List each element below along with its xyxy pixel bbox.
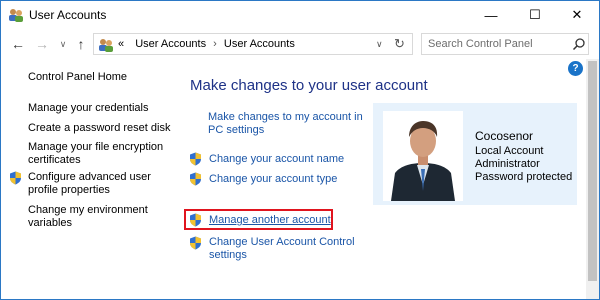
sidebar-item-label: certificates — [28, 154, 81, 166]
link-label: Change User Account Control — [209, 236, 355, 248]
window-title: User Accounts — [29, 8, 107, 22]
users-icon — [9, 9, 23, 22]
change-account-type-link[interactable]: Change your account type — [209, 173, 337, 186]
recent-locations-chevron-icon[interactable]: ∨ — [55, 35, 71, 53]
up-arrow-icon[interactable]: ↑ — [73, 35, 89, 53]
page-title: Make changes to your user account — [190, 77, 428, 94]
minimize-button[interactable]: — — [469, 1, 513, 29]
navigation-bar: ← → ∨ ↑ « User Accounts › User Accounts … — [1, 29, 599, 59]
sidebar-item-label: profile properties — [28, 184, 110, 196]
back-arrow-icon[interactable]: ← — [10, 35, 26, 53]
title-bar: User Accounts — ☐ ✕ — [1, 1, 599, 29]
user-accounts-window: User Accounts — ☐ ✕ ← → ∨ ↑ « User Accou… — [0, 0, 600, 300]
link-label: settings — [209, 249, 247, 261]
search-icon[interactable] — [572, 37, 586, 51]
control-panel-home-link[interactable]: Control Panel Home — [28, 71, 127, 84]
change-account-name-link[interactable]: Change your account name — [209, 153, 344, 166]
breadcrumb-item[interactable]: User Accounts — [135, 38, 206, 50]
avatar — [383, 111, 463, 201]
breadcrumb-separator-icon[interactable]: › — [209, 38, 221, 50]
manage-another-account-link[interactable]: Manage another account — [209, 214, 331, 227]
pc-settings-link[interactable]: Make changes to my account in PC setting… — [208, 111, 363, 137]
account-type: Local Account — [475, 145, 544, 157]
sidebar-item-label: variables — [28, 217, 73, 229]
sidebar-item-label: Change my environment — [28, 204, 148, 216]
refresh-icon[interactable]: ↻ — [394, 36, 405, 52]
address-bar[interactable]: « User Accounts › User Accounts ∨ ↻ — [93, 33, 413, 55]
search-input[interactable]: Search Control Panel — [421, 33, 589, 55]
sidebar-item-label: Manage your file encryption — [28, 141, 164, 153]
sidebar-item-environment-variables[interactable]: Change my environment variables — [28, 204, 148, 230]
breadcrumb: « User Accounts › User Accounts — [118, 38, 295, 50]
uac-shield-icon — [190, 152, 201, 166]
users-icon — [99, 39, 113, 52]
uac-shield-icon — [10, 171, 21, 185]
forward-arrow-icon[interactable]: → — [34, 35, 50, 53]
account-password-status: Password protected — [475, 171, 573, 183]
vertical-scrollbar[interactable] — [586, 59, 599, 299]
uac-shield-icon — [190, 172, 201, 186]
close-button[interactable]: ✕ — [555, 1, 599, 29]
breadcrumb-prefix[interactable]: « — [118, 38, 124, 50]
search-placeholder: Search Control Panel — [428, 38, 533, 50]
help-icon[interactable]: ? — [568, 61, 583, 76]
scrollbar-thumb[interactable] — [588, 61, 597, 281]
account-card: Cocosenor Local Account Administrator Pa… — [373, 103, 577, 205]
link-label: PC settings — [208, 124, 265, 136]
sidebar-item-password-reset-disk[interactable]: Create a password reset disk — [28, 122, 170, 135]
uac-shield-icon — [190, 236, 201, 250]
sidebar-item-file-encryption[interactable]: Manage your file encryption certificates — [28, 141, 163, 167]
uac-shield-icon — [190, 213, 201, 227]
account-name: Cocosenor — [475, 129, 534, 143]
sidebar-item-advanced-profile[interactable]: Configure advanced user profile properti… — [28, 171, 151, 197]
sidebar-item-manage-credentials[interactable]: Manage your credentials — [28, 102, 148, 115]
address-dropdown-chevron-icon[interactable]: ∨ — [376, 39, 383, 50]
change-uac-settings-link[interactable]: Change User Account Control settings — [209, 236, 355, 262]
account-role: Administrator — [475, 158, 540, 170]
breadcrumb-item[interactable]: User Accounts — [224, 38, 295, 50]
maximize-button[interactable]: ☐ — [513, 1, 557, 29]
sidebar-item-label: Configure advanced user — [28, 171, 151, 183]
link-label: Make changes to my account in — [208, 111, 363, 123]
